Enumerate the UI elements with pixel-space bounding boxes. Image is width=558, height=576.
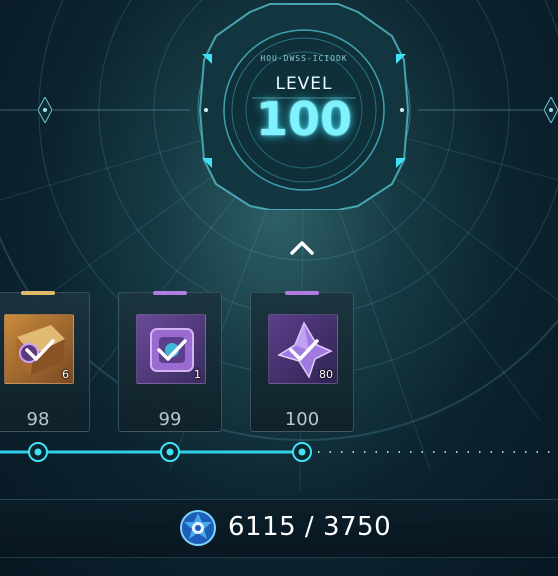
reward-item[interactable]: 1 xyxy=(136,314,206,384)
blue-emblem-icon xyxy=(180,510,216,546)
reward-card-100[interactable]: 80 100 xyxy=(250,291,354,432)
progress-track xyxy=(0,442,558,462)
reward-level: 98 xyxy=(26,409,50,430)
level-dial: HOU-DWSS-ICIODK LEVEL 100 xyxy=(180,0,428,210)
item-quantity: 6 xyxy=(62,368,69,381)
rarity-tab xyxy=(285,291,319,295)
right-diamond-node xyxy=(544,97,558,123)
check-icon xyxy=(289,339,319,361)
reward-level: 100 xyxy=(284,409,320,430)
check-icon xyxy=(157,339,187,361)
dial-code-text: HOU-DWSS-ICIODK xyxy=(260,54,348,63)
track-node-100 xyxy=(292,442,312,462)
rarity-tab xyxy=(153,291,187,295)
track-node-98 xyxy=(28,442,48,462)
currency-bar: 6115 / 3750 xyxy=(0,499,558,558)
check-icon xyxy=(25,339,55,361)
reward-item[interactable]: 6 xyxy=(4,314,74,384)
reward-level: 99 xyxy=(158,409,182,430)
left-diamond-node xyxy=(38,97,52,123)
rarity-tab xyxy=(21,291,55,295)
currency-amount: 6115 / 3750 xyxy=(228,512,392,542)
item-quantity: 80 xyxy=(319,368,333,381)
level-value: 100 xyxy=(255,92,353,146)
level-label: LEVEL xyxy=(275,74,333,94)
reward-card-99[interactable]: 1 99 xyxy=(118,291,222,432)
reward-card-98[interactable]: 6 98 xyxy=(0,291,90,432)
reward-item[interactable]: 80 xyxy=(268,314,338,384)
item-quantity: 1 xyxy=(194,368,201,381)
chevron-up-icon[interactable] xyxy=(289,238,315,258)
track-node-99 xyxy=(160,442,180,462)
